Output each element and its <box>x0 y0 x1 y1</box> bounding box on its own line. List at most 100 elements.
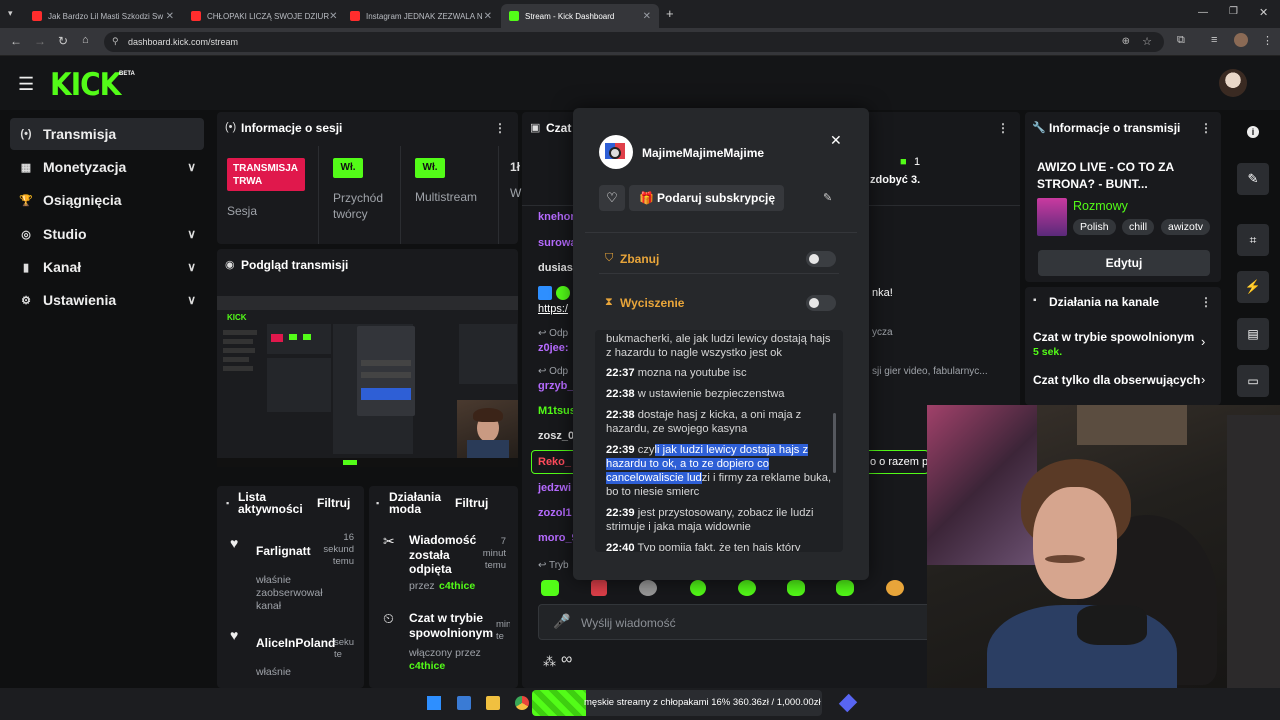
edit-pencil-icon[interactable]: ✎ <box>1237 163 1269 195</box>
stream-preview-video[interactable]: KICK <box>217 296 518 467</box>
zoom-icon[interactable]: ⊕ <box>1122 36 1130 47</box>
reload-icon[interactable]: ↻ <box>58 34 68 48</box>
emote-icon[interactable] <box>690 580 706 596</box>
emote-icon[interactable] <box>738 580 756 596</box>
url-input[interactable]: ⚲ dashboard.kick.com/stream ⊕ ☆ <box>104 32 1164 52</box>
back-icon[interactable]: ← <box>10 34 22 48</box>
lightning-icon[interactable]: ⚡ <box>1237 271 1269 303</box>
more-options-icon[interactable]: ⋮ <box>997 121 1009 135</box>
user-card-username[interactable]: MajimeMajimeMajime <box>642 146 764 160</box>
edit-button[interactable]: Edytuj <box>1038 250 1210 276</box>
follow-heart-button[interactable]: ♡ <box>599 185 625 211</box>
filter-button[interactable]: Filtruj <box>317 496 350 510</box>
document-icon[interactable]: ▤ <box>1237 318 1269 350</box>
scan-icon[interactable]: ⌗ <box>1237 224 1269 256</box>
chat-username[interactable]: moro_9 <box>538 532 578 544</box>
browser-tab-1[interactable]: Jak Bardzo Lil Masti Szkodzi Sw ✕ <box>24 4 182 28</box>
emote-icon[interactable] <box>886 580 904 596</box>
chat-link[interactable]: https:/ <box>538 303 568 315</box>
chat-username[interactable]: Reko_ <box>538 456 571 468</box>
chevron-down-icon[interactable]: ∨ <box>187 260 196 274</box>
chat-username[interactable]: dusias <box>538 262 573 274</box>
minimize-icon[interactable]: — <box>1198 7 1208 18</box>
chat-username[interactable]: M1tsus <box>538 405 576 417</box>
sidebar-item-transmisja[interactable]: (•) Transmisja <box>10 118 204 150</box>
microphone-icon[interactable]: 🎤 <box>553 613 570 630</box>
category-thumbnail[interactable] <box>1037 198 1067 236</box>
maximize-icon[interactable]: ❐ <box>1229 6 1238 17</box>
tag-pill[interactable]: chill <box>1122 219 1155 235</box>
mod-username[interactable]: c4thice <box>409 660 445 672</box>
kick-logo[interactable]: KICK <box>50 66 121 102</box>
timeout-toggle[interactable] <box>806 295 836 311</box>
sidebar-item-studio[interactable]: ◎ Studio ∨ <box>10 218 204 250</box>
category-link[interactable]: Rozmowy <box>1073 199 1128 213</box>
sidebar-item-monetyzacja[interactable]: ▦ Monetyzacja ∨ <box>10 151 204 183</box>
hamburger-menu-icon[interactable]: ☰ <box>18 74 34 95</box>
extensions-icon[interactable]: ⧉ <box>1177 34 1185 47</box>
home-icon[interactable]: ⌂ <box>82 34 89 46</box>
emote-icon[interactable] <box>639 580 657 596</box>
bookmark-star-icon[interactable]: ☆ <box>1142 35 1152 48</box>
browser-tab-3[interactable]: Instagram JEDNAK ZEZWALA N ✕ <box>342 4 500 28</box>
media-control-icon[interactable]: ≡ <box>1211 34 1217 46</box>
close-icon[interactable]: ✕ <box>329 11 337 22</box>
chevron-down-icon[interactable]: ∨ <box>187 160 196 174</box>
chevron-down-icon[interactable]: ∨ <box>187 227 196 241</box>
chat-username[interactable]: zosz_0 <box>538 430 574 442</box>
activity-username[interactable]: AliceInPoland <box>256 636 335 650</box>
sidebar-item-osiagniecia[interactable]: 🏆 Osiągnięcia <box>10 184 204 216</box>
chat-username[interactable]: surowa <box>538 237 577 249</box>
chat-username[interactable]: knehor <box>538 211 575 223</box>
sidebar-item-ustawienia[interactable]: ⚙ Ustawienia ∨ <box>10 284 204 316</box>
user-avatar[interactable] <box>1219 69 1247 97</box>
file-explorer-icon[interactable] <box>486 696 500 710</box>
infinity-icon[interactable]: ∞ <box>561 651 572 669</box>
chat-bubble-icon[interactable]: ▭ <box>1237 365 1269 397</box>
more-options-icon[interactable]: ⋮ <box>494 121 506 135</box>
emote-icon[interactable] <box>787 580 805 596</box>
chat-username[interactable]: z0jee: <box>538 342 569 354</box>
points-icon[interactable]: ⁂ <box>543 654 556 670</box>
slow-mode-action[interactable]: Czat w trybie spowolnionym 5 sek. › <box>1033 330 1213 360</box>
new-tab-icon[interactable]: + <box>666 6 674 21</box>
tag-pill[interactable]: awizotv <box>1161 219 1211 235</box>
close-icon[interactable]: ✕ <box>643 11 651 22</box>
chevron-down-icon[interactable]: ∨ <box>187 293 196 307</box>
emote-icon[interactable] <box>541 580 559 596</box>
site-info-icon[interactable]: ⚲ <box>112 36 119 47</box>
media-progress-widget[interactable]: męskie streamy z chłopakami 16% 360.36zł… <box>532 690 822 716</box>
close-icon[interactable]: ✕ <box>484 11 492 22</box>
window-close-icon[interactable]: ✕ <box>1259 6 1268 19</box>
chrome-icon[interactable] <box>515 696 529 710</box>
chat-username[interactable]: grzyb_ <box>538 380 573 392</box>
gift-subscription-button[interactable]: 🎁 Podaruj subskrypcję <box>629 185 784 211</box>
emote-icon[interactable] <box>591 580 607 596</box>
chat-input[interactable]: 🎤 Wyślij wiadomość <box>538 604 938 640</box>
mail-icon[interactable] <box>457 696 471 710</box>
activity-username[interactable]: Farlignatt <box>256 544 311 558</box>
chat-username[interactable]: jedzwi <box>538 482 571 494</box>
ban-toggle[interactable] <box>806 251 836 267</box>
windows-start-icon[interactable] <box>427 696 441 710</box>
info-icon[interactable]: i <box>1247 126 1259 138</box>
profile-avatar[interactable] <box>1234 33 1248 47</box>
more-options-icon[interactable]: ⋮ <box>1200 295 1212 309</box>
forward-icon[interactable]: → <box>34 34 46 48</box>
filter-button[interactable]: Filtruj <box>455 496 488 510</box>
browser-tab-2[interactable]: CHŁOPAKI LICZĄ SWOJE DZIUR ✕ <box>183 4 341 28</box>
emote-icon[interactable] <box>836 580 854 596</box>
tag-pill[interactable]: Polish <box>1073 219 1116 235</box>
tab-search-icon[interactable]: ▾ <box>8 8 13 19</box>
browser-menu-icon[interactable]: ⋮ <box>1262 34 1273 47</box>
chat-username[interactable]: zozol1 <box>538 507 572 519</box>
close-icon[interactable]: ✕ <box>830 132 842 149</box>
browser-tab-active[interactable]: Stream - Kick Dashboard ✕ <box>501 4 659 28</box>
app-icon[interactable] <box>838 693 858 713</box>
followers-only-action[interactable]: Czat tylko dla obserwujących › <box>1033 372 1213 392</box>
mod-username[interactable]: c4thice <box>439 580 475 592</box>
sidebar-item-kanal[interactable]: ▮ Kanał ∨ <box>10 251 204 283</box>
more-options-icon[interactable]: ⋮ <box>1200 121 1212 135</box>
close-icon[interactable]: ✕ <box>166 11 174 22</box>
mute-mention-icon[interactable]: ✎ <box>823 191 832 204</box>
